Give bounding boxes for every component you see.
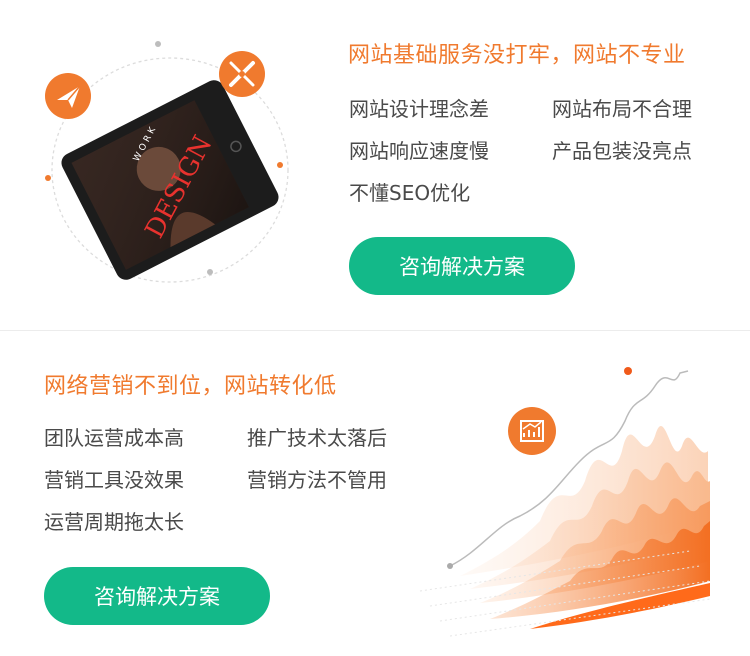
website-basics-section: WORK DESIGN 网站基础服务没打牢，网站不专业 网站设计理念差 网站布局…: [0, 0, 750, 330]
section2-heading: 网络营销不到位，网站转化低: [44, 374, 337, 399]
problem-layout: 网站布局不合理: [552, 97, 692, 121]
problem-marketing-method: 营销方法不管用: [247, 468, 387, 492]
marketing-section: 网络营销不到位，网站转化低 团队运营成本高 推广技术太落后 营销工具没效果 营销…: [0, 331, 750, 656]
growth-chart-icon: [508, 407, 556, 455]
problem-product-packaging: 产品包装没亮点: [552, 139, 692, 163]
orbit-dot: [277, 162, 283, 168]
tablet-illustration: WORK DESIGN: [45, 41, 289, 283]
problem-promotion-tech: 推广技术太落后: [247, 426, 387, 450]
problem-seo: 不懂SEO优化: [349, 181, 471, 205]
problem-marketing-tools: 营销工具没效果: [44, 468, 184, 492]
trend-end-dot: [624, 367, 632, 375]
orbit-dot: [45, 175, 51, 181]
orbit-dot: [207, 269, 213, 275]
problem-response-speed: 网站响应速度慢: [349, 139, 489, 163]
consult-solution-button[interactable]: 咨询解决方案: [44, 567, 270, 625]
section1-heading: 网站基础服务没打牢，网站不专业: [348, 43, 686, 68]
problem-team-cost: 团队运营成本高: [44, 426, 184, 450]
problem-operation-cycle: 运营周期拖太长: [44, 510, 184, 534]
consult-solution-button[interactable]: 咨询解决方案: [349, 237, 575, 295]
growth-illustration: [419, 367, 711, 637]
trend-start-dot: [447, 563, 453, 569]
problem-design-concept: 网站设计理念差: [349, 97, 489, 121]
paper-plane-icon: [45, 73, 91, 119]
orbit-dot: [155, 41, 161, 47]
design-tools-icon: [219, 51, 265, 97]
